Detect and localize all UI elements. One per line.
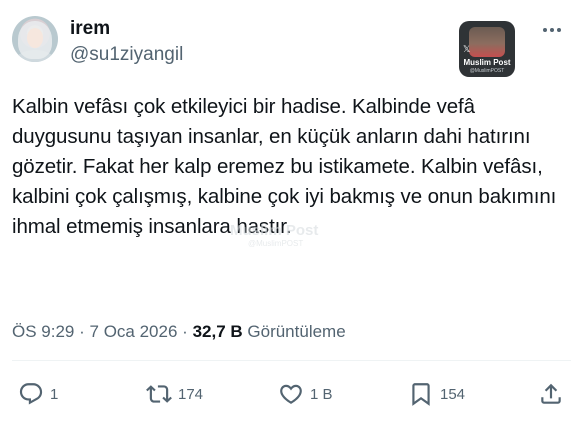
views-label: Görüntüleme: [247, 322, 346, 341]
meta-separator: ·: [79, 322, 85, 341]
bookmark-count: 154: [440, 385, 466, 403]
badge-photo: [469, 27, 505, 57]
more-dot: [557, 28, 561, 32]
share-button[interactable]: [538, 372, 564, 416]
avatar[interactable]: [12, 16, 58, 62]
more-dot: [543, 28, 547, 32]
author-names: irem @su1ziyangil: [70, 18, 183, 68]
quote-badge-thumbnail[interactable]: 𝕏 Muslim Post @MuslimPOST: [459, 21, 515, 77]
more-dot: [550, 28, 554, 32]
handle[interactable]: @su1ziyangil: [70, 42, 183, 68]
bookmark-icon: [412, 383, 430, 406]
heart-icon: [280, 384, 302, 404]
reply-icon: [19, 383, 43, 405]
tweet-date[interactable]: 7 Oca 2026: [90, 322, 178, 341]
tweet-meta: ÖS 9:29 · 7 Oca 2026 · 32,7 B Görüntülem…: [12, 321, 346, 343]
badge-subtitle: @MuslimPOST: [469, 68, 505, 74]
tweet-time[interactable]: ÖS 9:29: [12, 322, 74, 341]
tweet-text: Kalbin vefâsı çok etkileyici bir hadise.…: [12, 95, 557, 238]
badge-title: Muslim Post: [463, 58, 511, 67]
repost-count: 174: [178, 385, 204, 403]
like-button[interactable]: 1 B: [278, 372, 333, 416]
like-count: 1 B: [310, 385, 333, 403]
tweet-header: irem @su1ziyangil 𝕏 Muslim Post @MuslimP…: [12, 12, 571, 77]
share-icon: [541, 383, 561, 404]
bookmark-button[interactable]: 154: [408, 372, 465, 416]
display-name[interactable]: irem: [70, 18, 183, 40]
meta-separator: ·: [182, 322, 188, 341]
reply-button[interactable]: 1: [18, 372, 58, 416]
views-count: 32,7 B: [192, 322, 243, 341]
reply-count: 1: [50, 385, 59, 403]
divider: [12, 360, 571, 361]
more-options-icon[interactable]: [535, 18, 569, 42]
avatar-face: [27, 28, 43, 48]
x-logo-icon: 𝕏: [463, 45, 471, 55]
repost-button[interactable]: 174: [146, 372, 203, 416]
repost-icon: [146, 385, 172, 403]
action-bar: 1 174 1 B 154: [12, 372, 571, 416]
